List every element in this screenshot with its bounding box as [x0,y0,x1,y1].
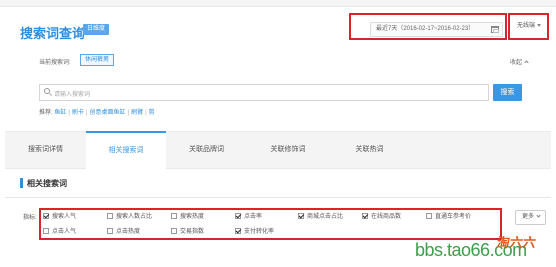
checkbox-box[interactable] [235,228,241,234]
search-input[interactable] [39,84,489,101]
collapse-toggle[interactable]: 收起 [510,57,529,66]
checkbox-box[interactable] [362,213,368,219]
recommend-link[interactable]: 刷卡 [72,110,84,116]
current-term-tag[interactable]: 休闲裤男 [80,54,115,66]
search-button[interactable]: 搜索 [493,84,522,101]
metric-label: 在线商品数 [371,214,402,220]
checkbox-box[interactable] [171,228,177,234]
terminal-select[interactable]: 无线端 [508,13,549,40]
checkbox-box[interactable] [426,213,432,219]
metric-label: 点击热度 [116,229,141,235]
date-range-picker[interactable]: 最近7天（2016-02-17~2016-02-23） [370,22,503,37]
section-accent-bar [20,178,23,188]
metrics-label: 指标: [23,215,37,221]
metric-label: 商城点击占比 [307,214,344,220]
terminal-select-label: 无线端 [517,23,536,29]
current-term-label: 当前搜索词: [39,60,71,66]
top-strip [0,0,556,7]
checkbox-box[interactable] [298,213,304,219]
recommend-row: 推荐: 鱼缸 | 刷卡 | 创意桌面鱼缸 | 刷臂 | 剪 [39,110,155,116]
page-title: 搜索词查询 [20,26,86,41]
metric-checkbox[interactable]: 交易指数 [171,228,204,237]
tab-related-terms[interactable]: 相关搜索词 [86,131,166,169]
metric-label: 点击率 [244,214,263,220]
calendar-icon[interactable] [491,26,499,33]
more-button[interactable]: 更多 [515,210,546,225]
checkbox-box[interactable] [107,228,113,234]
metric-label: 直通车参考价 [435,214,472,220]
checkbox-box[interactable] [107,213,113,219]
metric-checkbox[interactable]: 直通车参考价 [426,213,471,222]
tab-related-brands[interactable]: 关联品牌词 [166,131,247,169]
metric-checkbox[interactable]: 点击热度 [107,228,140,237]
section-title: 相关搜索词 [27,179,67,188]
checkbox-box[interactable] [171,213,177,219]
metric-checkbox[interactable]: 支付转化率 [235,228,274,237]
metric-checkbox[interactable]: 在线商品数 [362,213,401,222]
tab-related-hot-terms[interactable]: 关联热词 [329,131,410,169]
recommend-link[interactable]: 剪 [149,110,155,116]
checkbox-box[interactable] [43,213,49,219]
metric-checkbox[interactable]: 商城点击占比 [298,213,343,222]
recommend-label: 推荐: [39,110,53,116]
metric-label: 搜索热度 [180,214,205,220]
tab-term-detail[interactable]: 搜索词详情 [5,131,86,169]
collapse-label: 收起 [510,60,523,66]
metric-label: 点击人气 [52,229,77,235]
section-divider [5,197,551,198]
chevron-down-icon [537,23,542,27]
recommend-link[interactable]: 刷臂 [131,110,143,116]
metric-label: 支付转化率 [244,229,275,235]
metric-checkbox[interactable]: 搜索热度 [171,213,204,222]
metric-label: 搜索人气 [52,214,77,220]
chevron-up-icon [524,60,529,65]
search-icon [44,88,50,94]
checkbox-box[interactable] [235,213,241,219]
tab-related-modifiers[interactable]: 关联修饰词 [247,131,329,169]
recommend-link[interactable]: 创意桌面鱼缸 [90,110,126,116]
metric-checkbox[interactable]: 搜索人数占比 [107,213,152,222]
watermark-brand: 淘六六 [495,236,537,251]
recommend-link[interactable]: 鱼缸 [54,110,66,116]
metric-label: 交易指数 [180,229,205,235]
metric-checkbox[interactable]: 搜索人气 [43,213,76,222]
metric-checkbox[interactable]: 点击率 [235,213,262,222]
more-label: 更多 [522,214,535,220]
granularity-badge[interactable]: 日维度 [78,24,110,35]
metric-label: 搜索人数占比 [116,214,153,220]
search-placeholder: 请输入搜索词 [54,92,91,98]
checkbox-box[interactable] [43,228,49,234]
metric-checkbox[interactable]: 点击人气 [43,228,76,237]
chevron-down-icon [536,213,541,218]
